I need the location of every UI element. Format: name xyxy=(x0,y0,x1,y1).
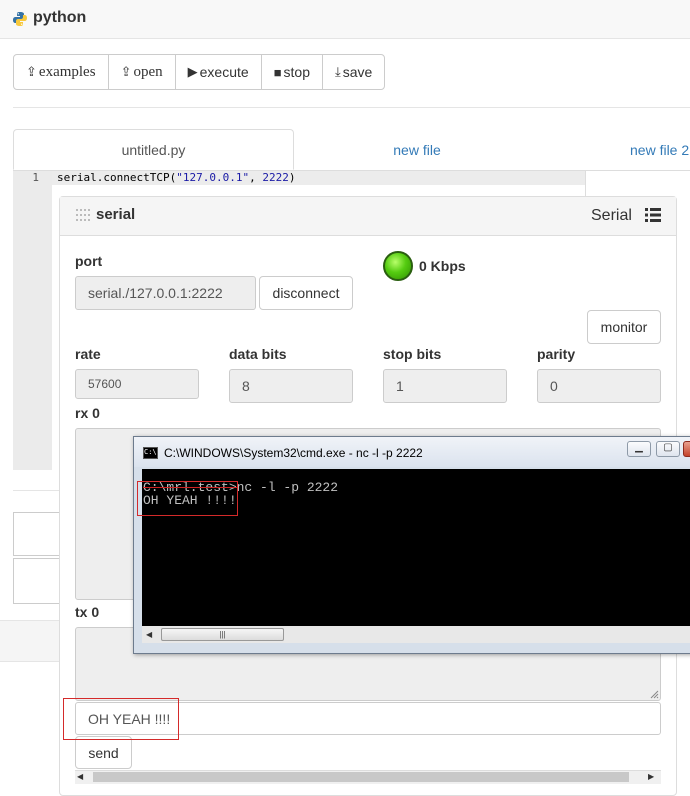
divider xyxy=(13,490,63,491)
data-bits-field[interactable]: 8 xyxy=(229,369,353,403)
scrollbar-thumb[interactable]: ||| xyxy=(161,628,284,641)
monitor-button[interactable]: monitor xyxy=(587,310,661,344)
toolbar: ⇪ examples ⇪ open ▶ execute ■ stop ⤓ sav… xyxy=(13,54,386,90)
parity-label: parity xyxy=(537,346,576,362)
serial-panel-title: serial xyxy=(96,206,136,223)
list-menu-icon[interactable] xyxy=(645,208,661,222)
background-band xyxy=(0,620,60,662)
tab-new-file-2[interactable]: new file 2 xyxy=(600,129,690,170)
app-header xyxy=(0,0,690,39)
rate-label: rate xyxy=(75,346,101,362)
close-icon[interactable] xyxy=(683,441,690,457)
code-line[interactable]: serial.connectTCP("127.0.0.1", 2222) xyxy=(57,171,295,184)
tab-new-file[interactable]: new file xyxy=(296,129,538,170)
save-button[interactable]: ⤓ save xyxy=(323,55,384,89)
download-icon: ⤓ xyxy=(335,64,341,79)
code-separator: , xyxy=(249,171,263,184)
stop-bits-field[interactable]: 1 xyxy=(383,369,507,403)
port-field[interactable]: serial./127.0.0.1:2222 xyxy=(75,276,256,310)
background-box xyxy=(13,558,61,604)
minimize-icon[interactable]: ▁ xyxy=(627,441,651,457)
divider xyxy=(13,107,690,108)
stop-button-label: stop xyxy=(283,64,311,80)
tab-untitled[interactable]: untitled.py xyxy=(13,129,294,170)
stop-button[interactable]: ■ stop xyxy=(262,55,324,89)
editor-gutter xyxy=(13,171,52,470)
scroll-right-icon[interactable]: ▶ xyxy=(648,770,654,784)
rate-field[interactable]: 57600 xyxy=(75,369,199,399)
examples-button[interactable]: ⇪ examples xyxy=(14,55,109,89)
rx-label: rx 0 xyxy=(75,405,100,421)
data-bits-label: data bits xyxy=(229,346,287,362)
cmd-window-title: C:\WINDOWS\System32\cmd.exe - nc -l -p 2… xyxy=(164,446,423,460)
maximize-icon[interactable]: ▢ xyxy=(656,441,680,457)
highlight-box xyxy=(137,481,238,516)
tx-label: tx 0 xyxy=(75,604,100,620)
open-button[interactable]: ⇪ open xyxy=(109,55,176,89)
serial-panel-header xyxy=(60,197,676,236)
code-close: ) xyxy=(288,171,296,184)
stop-icon: ■ xyxy=(273,64,282,80)
save-button-label: save xyxy=(342,64,373,80)
stop-bits-label: stop bits xyxy=(383,346,442,362)
drag-handle-icon[interactable] xyxy=(76,209,90,221)
play-icon: ▶ xyxy=(187,64,198,79)
resize-grip-icon[interactable] xyxy=(649,689,659,699)
execute-button[interactable]: ▶ execute xyxy=(176,55,262,89)
scroll-left-icon[interactable]: ◀ xyxy=(77,770,83,784)
parity-field[interactable]: 0 xyxy=(537,369,661,403)
python-logo-icon xyxy=(13,12,27,26)
line-number: 1 xyxy=(32,171,39,184)
app-title: python xyxy=(33,9,87,26)
code-call: serial.connectTCP( xyxy=(57,171,177,184)
highlight-box xyxy=(63,698,179,740)
speed-readout: 0 Kbps xyxy=(419,258,466,274)
disconnect-button[interactable]: disconnect xyxy=(259,276,353,310)
scrollbar-thumb[interactable] xyxy=(93,772,629,782)
service-type-label: Serial xyxy=(591,207,632,224)
scroll-left-icon[interactable]: ◀ xyxy=(146,628,152,641)
background-box xyxy=(13,512,61,556)
send-button[interactable]: send xyxy=(75,736,132,769)
open-button-label: open xyxy=(133,63,163,80)
execute-button-label: execute xyxy=(199,64,249,80)
upload-icon: ⇪ xyxy=(26,64,37,79)
port-label: port xyxy=(75,253,103,269)
examples-button-label: examples xyxy=(38,63,96,80)
code-string: "127.0.0.1" xyxy=(176,171,250,184)
cmd-icon: C:\ xyxy=(143,447,158,459)
upload-icon: ⇪ xyxy=(120,64,132,79)
code-number: 2222 xyxy=(262,171,289,184)
connection-status-led xyxy=(383,251,413,281)
